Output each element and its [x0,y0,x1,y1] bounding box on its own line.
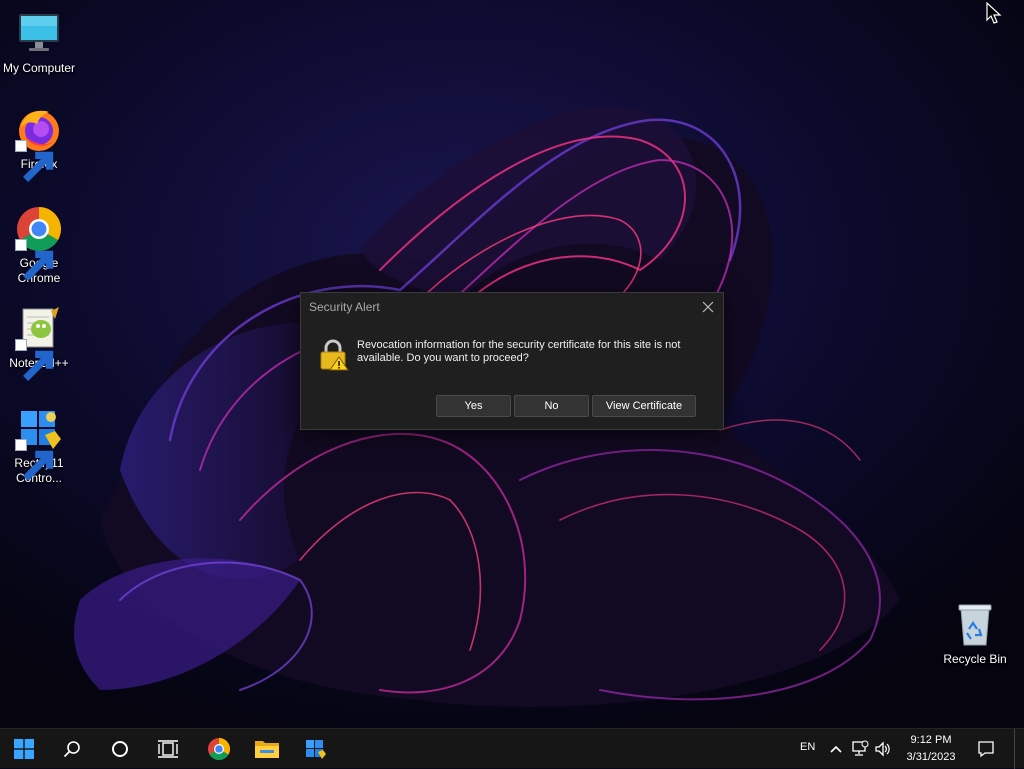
security-alert-dialog: Security Alert Revocation information fo… [300,292,724,430]
show-desktop-button[interactable] [1014,729,1024,769]
desktop-icon-recycle-bin[interactable]: Recycle Bin [937,601,1013,667]
start-button[interactable] [1,729,47,769]
view-certificate-button[interactable]: View Certificate [592,395,696,417]
chrome-icon [15,205,63,281]
search-button[interactable] [49,729,95,769]
show-hidden-icons-button[interactable] [828,741,844,757]
desktop-icon-firefox[interactable]: Firefox [1,106,77,182]
file-explorer-icon [255,741,279,758]
dialog-message: Revocation information for the security … [357,339,681,364]
taskbar-file-explorer-button[interactable] [244,729,290,769]
task-view-icon [158,740,178,758]
clock[interactable]: 9:12 PM 3/31/2023 [893,732,969,766]
taskbar-control-panel-button[interactable] [292,729,338,769]
cortana-icon [112,741,128,757]
volume-button[interactable] [874,740,892,758]
cortana-button[interactable] [97,729,143,769]
monitor-icon [15,10,63,58]
control-panel-icon [306,740,326,759]
network-icon [852,740,869,756]
desktop-icon-notepadpp[interactable]: Notepad++ [1,305,77,381]
desktop-icon-label: My Computer [2,61,76,75]
search-icon [63,741,80,758]
chevron-up-icon [830,745,842,753]
dialog-title: Security Alert [309,300,380,314]
desktop-icon-google-chrome[interactable]: Google Chrome [1,205,77,286]
task-view-button[interactable] [145,729,191,769]
speaker-icon [875,741,890,757]
taskbar: EN 9:12 PM 3/31/2023 [0,728,1024,769]
chrome-icon [208,738,230,760]
no-button[interactable]: No [514,395,589,417]
action-center-button[interactable] [976,740,996,758]
shortcut-arrow-icon [15,439,54,481]
shortcut-arrow-icon [15,239,54,281]
desktop-icon-rectify11-control[interactable]: Rectify11 Contro... [1,405,77,486]
control-panel-icon [15,405,63,481]
clock-time: 9:12 PM [910,734,952,746]
close-icon [702,301,714,313]
yes-button[interactable]: Yes [436,395,511,417]
network-button[interactable] [851,740,869,758]
notepadpp-icon [15,305,63,381]
lock-warning-icon [319,339,349,371]
desktop-icon-label: Recycle Bin [943,652,1007,666]
close-button[interactable] [699,298,717,316]
firefox-icon [15,106,63,182]
notification-icon [978,741,994,758]
taskbar-chrome-button[interactable] [196,729,242,769]
start-icon [14,739,34,759]
desktop-icon-my-computer[interactable]: My Computer [1,10,77,76]
recycle-bin-icon [951,601,999,649]
shortcut-arrow-icon [15,140,54,182]
mouse-cursor-icon [986,1,1002,26]
clock-date: 3/31/2023 [906,751,956,763]
shortcut-arrow-icon [15,339,54,381]
language-indicator[interactable]: EN [800,741,815,753]
